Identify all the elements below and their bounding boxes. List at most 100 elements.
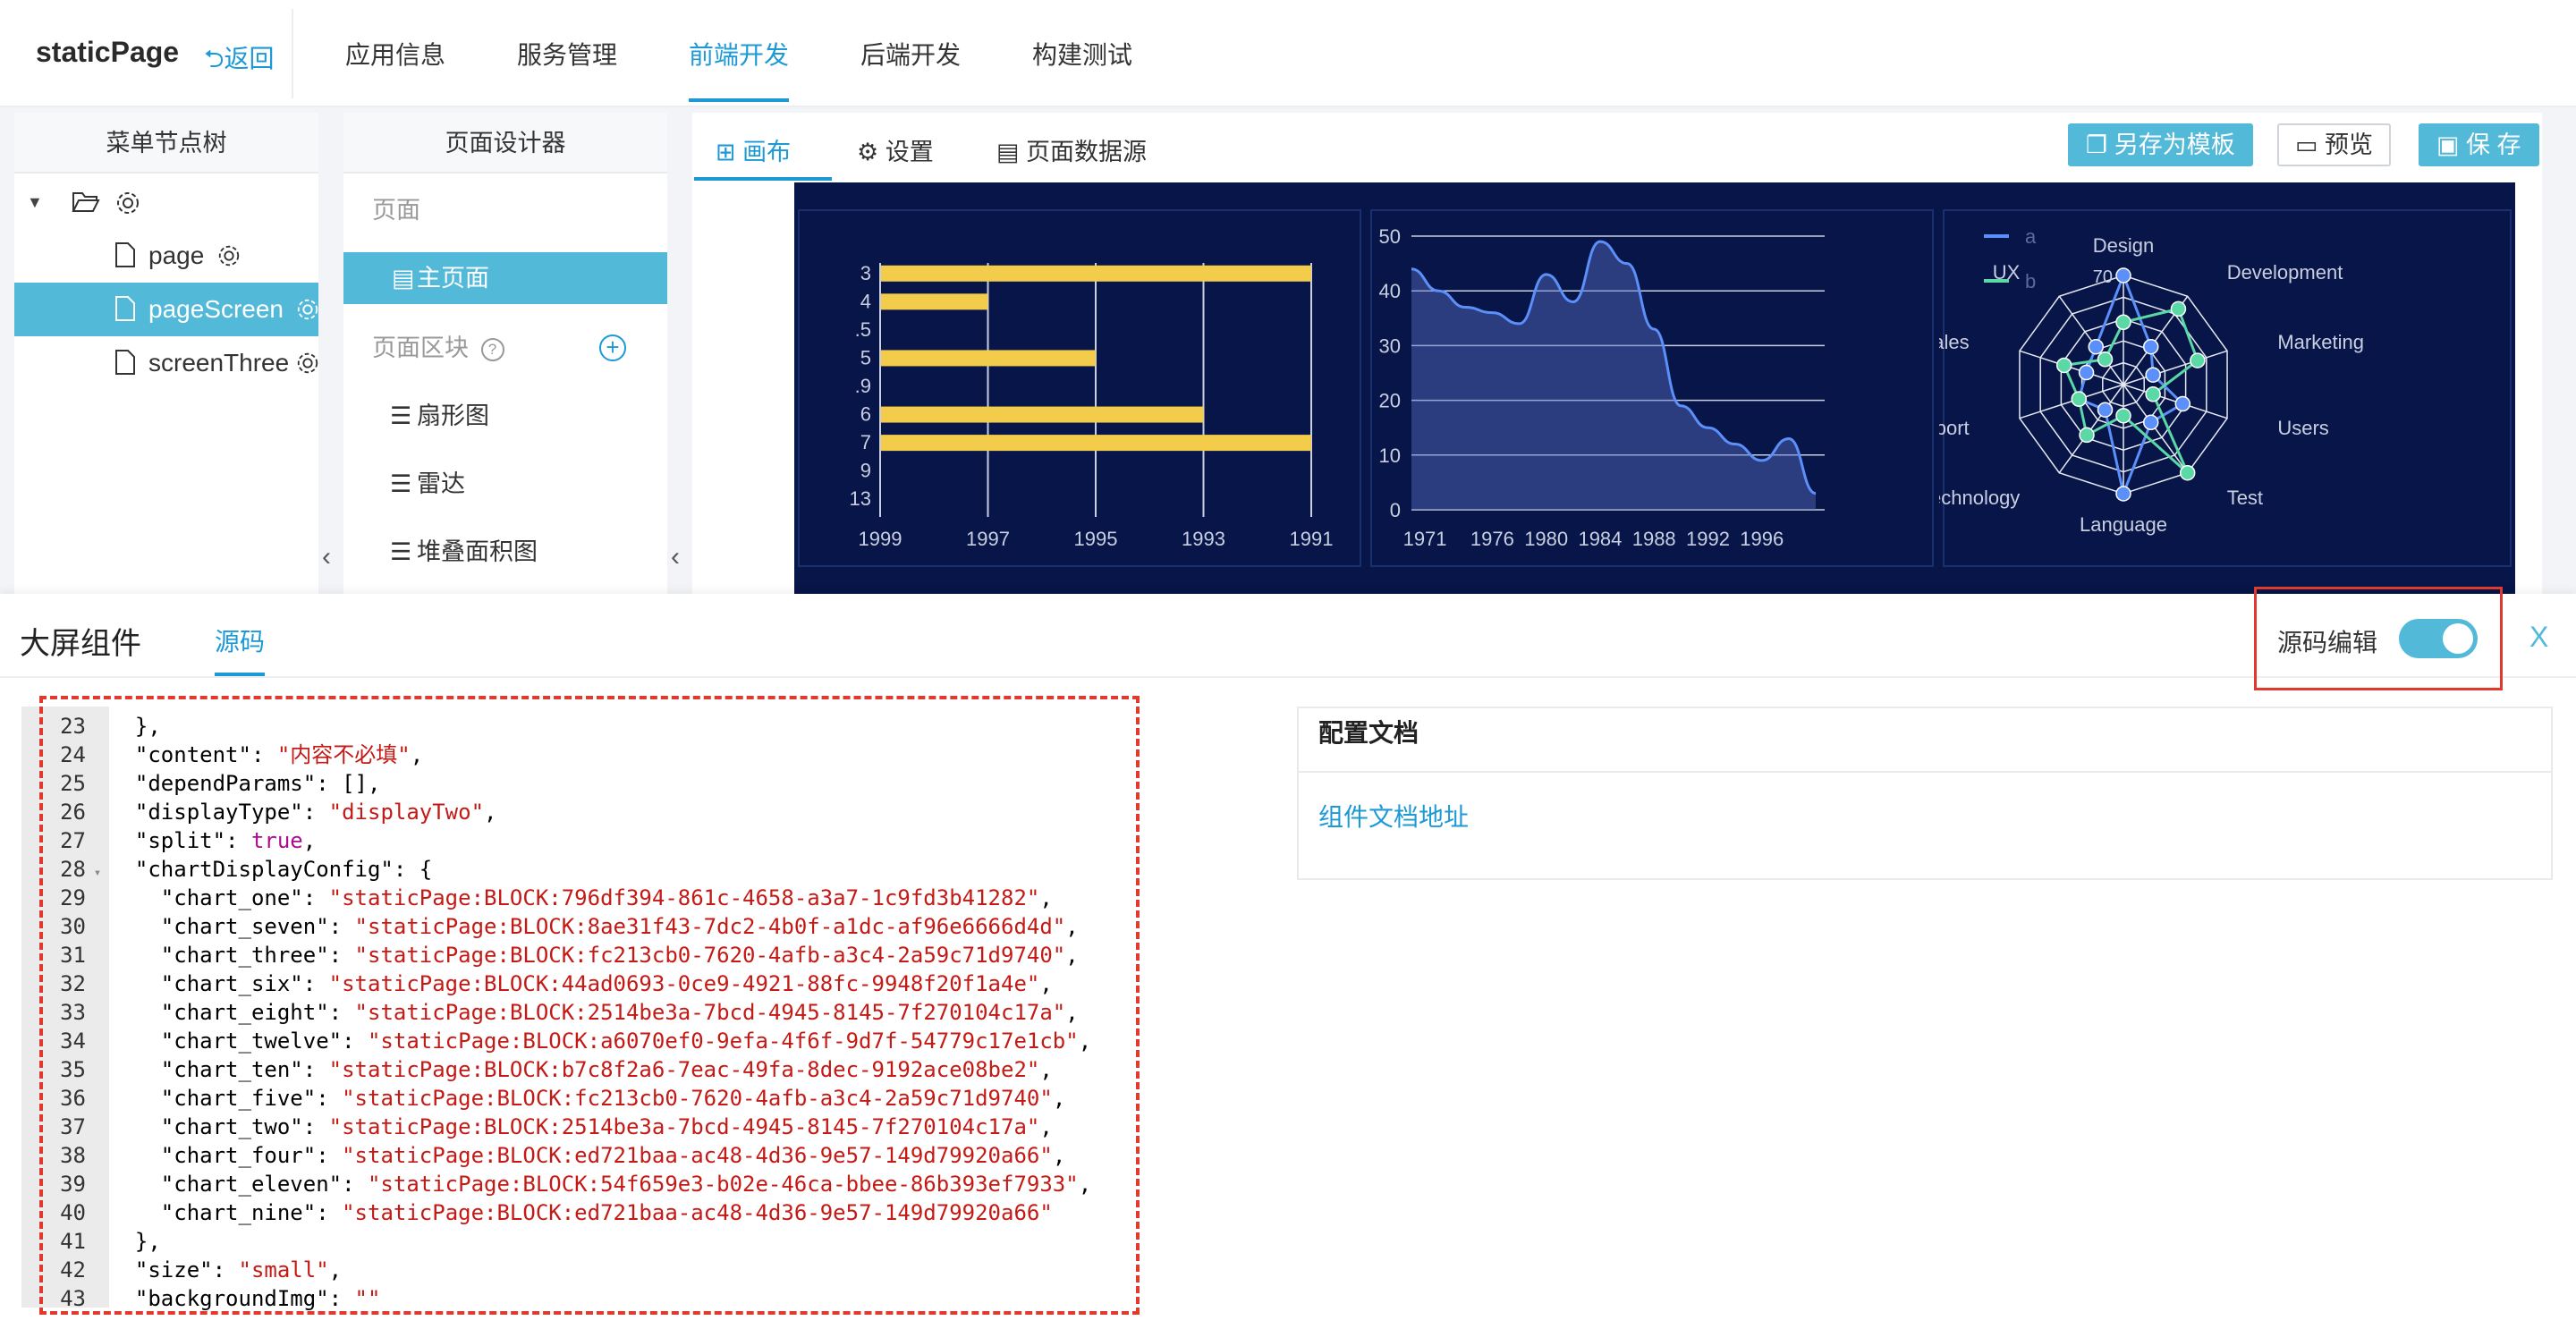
main-page-label: 主页面 [417, 265, 489, 292]
caret-down-icon[interactable]: ▼ [27, 175, 43, 229]
monitor-icon: ▭ [2295, 131, 2318, 158]
radar-point [2071, 391, 2088, 407]
list-icon: ☰ [390, 470, 412, 497]
tree-item-label: page [148, 241, 205, 269]
radar-point [2078, 364, 2095, 381]
save-template-label: 另存为模板 [2114, 131, 2235, 158]
save-button[interactable]: ▣ 保 存 [2419, 123, 2539, 166]
blocks-group: 页面区块 ? + [343, 322, 667, 374]
collapse-left-icon[interactable]: ‹ [671, 542, 680, 572]
tree-item-screenthree[interactable]: screenThree [14, 336, 318, 390]
radar-chart: Design Development Marketing Users Test Langu… [1939, 225, 2364, 536]
y-tick-label: 10 [1379, 444, 1401, 467]
tree-item-pagescreen[interactable]: pageScreen [14, 283, 318, 336]
x-tick-label: 1993 [1182, 528, 1225, 550]
list-icon: ☰ [390, 538, 412, 565]
datasource-icon: ▤ [996, 139, 1020, 165]
app-brand: staticPage [36, 36, 180, 68]
help-icon[interactable]: ? [480, 337, 504, 361]
radar-point [2115, 408, 2131, 424]
radar-point [2097, 402, 2114, 418]
radar-point [2055, 357, 2072, 374]
bar [880, 406, 1204, 423]
area-chart: 0 10 20 30 40 50 1971 1976 1980 1984 1988 1992 1996 [1379, 225, 1825, 550]
radar-point [2142, 414, 2159, 431]
highlight-box [2254, 587, 2503, 690]
gear-icon[interactable] [114, 190, 141, 216]
x-tick-label: 1991 [1290, 528, 1334, 550]
area-fill [1411, 241, 1816, 510]
tab-source-code[interactable]: 源码 [215, 622, 265, 658]
component-docs-link[interactable]: 组件文档地址 [1318, 798, 1469, 834]
nav-tab-service-management[interactable]: 服务管理 [517, 36, 617, 72]
close-drawer-button[interactable]: X [2529, 621, 2548, 654]
big-screen-preview[interactable]: 1999 1997 1995 1993 1991 3 4 .5 5 .9 6 7 9 13 0 10 20 30… [794, 182, 2515, 596]
x-tick-label: 1992 [1686, 528, 1730, 550]
legend-label: b [2025, 270, 2036, 292]
canvas-icon: ⊞ [716, 139, 736, 165]
active-canvas-tab-indicator [694, 177, 832, 181]
preview-label: 预览 [2325, 131, 2374, 158]
block-item-pie[interactable]: ☰ 扇形图 [343, 390, 667, 442]
radar-point [2115, 486, 2131, 502]
collapse-left-icon[interactable]: ‹ [322, 542, 331, 572]
tab-canvas-label: 画布 [742, 139, 792, 165]
add-block-icon[interactable]: + [599, 334, 626, 361]
radar-axis-label: Development [2227, 261, 2343, 284]
radar-point [2145, 367, 2161, 383]
tab-canvas[interactable]: ⊞ 画布 [716, 132, 791, 167]
layout-icon: ▤ [392, 265, 415, 292]
y-tick-label: 50 [1379, 225, 1401, 248]
x-tick-label: 1997 [966, 528, 1010, 550]
block-item-radar[interactable]: ☰ 雷达 [343, 458, 667, 510]
blocks-group-label: 页面区块 [372, 334, 469, 361]
radar-point [2145, 386, 2161, 402]
list-icon: ☰ [390, 402, 412, 429]
x-tick-label: 1996 [1740, 528, 1784, 550]
tree-item-page[interactable]: page [14, 229, 318, 283]
tab-settings[interactable]: ⚙ 设置 [857, 132, 934, 167]
x-tick-label: 1984 [1578, 528, 1622, 550]
legend-label: a [2025, 225, 2037, 248]
nav-tab-frontend-dev[interactable]: 前端开发 [689, 36, 789, 72]
y-tick-label: 30 [1379, 334, 1401, 357]
preview-button[interactable]: ▭ 预览 [2277, 123, 2392, 166]
nav-tab-build-test[interactable]: 构建测试 [1032, 36, 1132, 72]
config-docs-panel [1297, 707, 2553, 880]
block-label: 堆叠面积图 [417, 538, 538, 565]
radar-axis-label: Design [2093, 234, 2154, 257]
tree-root[interactable]: ▼ [14, 175, 318, 229]
y-tick-label: 3 [860, 262, 871, 284]
block-item-stacked-area[interactable]: ☰ 堆叠面积图 [343, 526, 667, 578]
drawer-divider [0, 676, 2576, 678]
bar [880, 265, 1311, 282]
main-page-item[interactable]: ▤ 主页面 [343, 252, 667, 304]
file-icon [115, 296, 135, 321]
y-tick-label: 13 [850, 487, 871, 510]
back-button[interactable]: ⮌返回 [204, 39, 274, 83]
copy-icon: ❐ [2086, 131, 2108, 158]
radar-point [2174, 395, 2191, 412]
gear-icon: ⚙ [857, 139, 879, 165]
docs-divider [1297, 771, 2553, 773]
nav-tab-app-info[interactable]: 应用信息 [345, 36, 445, 72]
radar-point [2088, 338, 2105, 355]
y-tick-label: 4 [860, 290, 871, 312]
save-as-template-button[interactable]: ❐ 另存为模板 [2068, 123, 2253, 166]
bar [880, 350, 1096, 367]
radar-axis-label: Users [2277, 417, 2328, 439]
nav-tab-backend-dev[interactable]: 后端开发 [860, 36, 961, 72]
radar-spoke [2123, 350, 2228, 385]
gear-icon[interactable] [295, 297, 320, 322]
gear-icon[interactable] [295, 351, 320, 376]
radar-point [2115, 267, 2131, 284]
radar-axis-label: Test [2227, 487, 2263, 509]
x-tick-label: 1999 [859, 528, 902, 550]
x-tick-label: 1976 [1470, 528, 1514, 550]
gear-icon[interactable] [216, 243, 242, 268]
dashed-highlight-box [39, 696, 1140, 1315]
radar-axis-label: Sales [1939, 331, 1970, 353]
nav-divider [292, 9, 293, 98]
y-tick-label: .5 [855, 318, 871, 341]
tab-page-datasource[interactable]: ▤ 页面数据源 [996, 132, 1147, 167]
